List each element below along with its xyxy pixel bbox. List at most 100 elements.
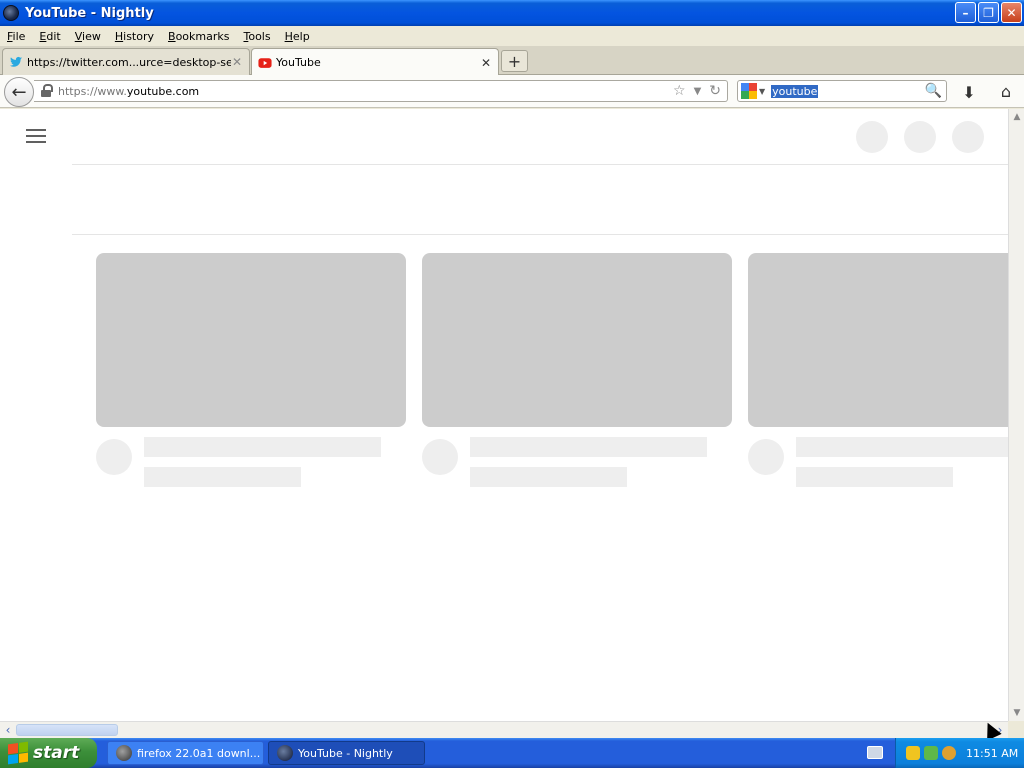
- download-arrow-icon: ⬇: [962, 83, 976, 102]
- nightly-app-icon[interactable]: [3, 5, 19, 21]
- horizontal-scrollbar[interactable]: ‹ ›: [0, 721, 1008, 738]
- search-engine-dropdown-icon[interactable]: ▼: [759, 87, 765, 96]
- video-card-placeholder: [96, 253, 406, 487]
- search-tray-icon[interactable]: [942, 746, 956, 760]
- menu-bookmarks-accel: B: [168, 29, 176, 43]
- menu-bookmarks-label: ookmarks: [175, 29, 230, 43]
- thumbnail-placeholder: [422, 253, 732, 427]
- channel-avatar-placeholder: [96, 439, 132, 475]
- menu-file-label: ile: [12, 29, 26, 43]
- new-tab-button[interactable]: +: [501, 50, 528, 72]
- menu-view-label: iew: [82, 29, 101, 43]
- taskbar-item-label: YouTube - Nightly: [298, 746, 393, 760]
- restore-button[interactable]: ❐: [978, 2, 999, 23]
- hamburger-menu-icon[interactable]: [26, 129, 46, 145]
- network-icon[interactable]: [924, 746, 938, 760]
- tab-youtube[interactable]: YouTube ✕: [251, 48, 499, 76]
- menu-history[interactable]: History: [108, 30, 161, 43]
- security-shield-icon[interactable]: [906, 746, 920, 760]
- search-input-text[interactable]: youtube: [771, 84, 819, 98]
- vertical-scrollbar[interactable]: ▲ ▼: [1008, 109, 1024, 721]
- taskbar-item-label: firefox 22.0a1 downl...: [137, 746, 261, 760]
- start-label: start: [33, 743, 80, 763]
- tab-youtube-label: YouTube: [276, 56, 321, 69]
- window-controls: – ❐ ✕: [955, 2, 1022, 23]
- video-card-placeholder: [422, 253, 732, 487]
- system-clock: 11:51 AM: [966, 746, 1019, 760]
- header-placeholder-circle: [856, 121, 888, 153]
- menu-bar: File Edit View History Bookmarks Tools H…: [0, 26, 1024, 46]
- horizontal-scroll-thumb[interactable]: [16, 724, 118, 736]
- navigation-bar: https://www.youtube.com ☆ ▼ ↻ ← ▼ youtub…: [0, 75, 1024, 108]
- taskbar: start firefox 22.0a1 downl... YouTube - …: [0, 738, 1024, 768]
- menu-edit[interactable]: Edit: [32, 30, 67, 43]
- menu-file[interactable]: File: [0, 30, 32, 43]
- subtitle-line-placeholder: [144, 467, 301, 487]
- channel-avatar-placeholder: [422, 439, 458, 475]
- subtitle-line-placeholder: [470, 467, 627, 487]
- keyboard-language-icon[interactable]: [867, 746, 883, 759]
- scroll-down-icon[interactable]: ▼: [1009, 705, 1024, 721]
- window-title-bar[interactable]: YouTube - Nightly – ❐ ✕: [0, 0, 1024, 26]
- home-button[interactable]: ⌂: [995, 82, 1017, 101]
- address-bar-icons: ☆ ▼ ↻: [673, 83, 721, 99]
- thumbnail-placeholder: [96, 253, 406, 427]
- minimize-button[interactable]: –: [955, 2, 976, 23]
- lock-icon[interactable]: [40, 84, 54, 98]
- channel-avatar-placeholder: [748, 439, 784, 475]
- system-tray: 11:51 AM: [895, 738, 1024, 768]
- close-window-button[interactable]: ✕: [1001, 2, 1022, 23]
- title-line-placeholder: [470, 437, 707, 457]
- download-window-icon: [116, 745, 132, 761]
- title-line-placeholder: [796, 437, 1008, 457]
- address-url[interactable]: https://www.youtube.com: [58, 85, 199, 98]
- tab-twitter-close-icon[interactable]: ✕: [231, 55, 243, 69]
- menu-view[interactable]: View: [68, 30, 108, 43]
- video-card-placeholder: [748, 253, 1008, 487]
- menu-tools[interactable]: Tools: [236, 30, 277, 43]
- home-icon: ⌂: [1000, 82, 1012, 101]
- header-placeholder-circles: [856, 121, 984, 153]
- twitter-icon: [9, 56, 23, 67]
- video-meta-placeholder: [748, 427, 1008, 487]
- scrollbar-corner: [1008, 721, 1024, 738]
- thumbnail-placeholder: [748, 253, 1008, 427]
- history-dropdown-icon[interactable]: ▼: [694, 86, 702, 97]
- menu-tools-label: ools: [248, 29, 271, 43]
- tab-youtube-close-icon[interactable]: ✕: [480, 56, 492, 70]
- address-prefix: https://www.: [58, 84, 127, 98]
- start-button[interactable]: start: [0, 738, 97, 768]
- scroll-left-icon[interactable]: ‹: [0, 722, 16, 738]
- menu-view-accel: V: [74, 29, 83, 43]
- scroll-up-icon[interactable]: ▲: [1009, 109, 1024, 125]
- back-arrow-icon: ←: [11, 81, 27, 103]
- header-placeholder-circle: [952, 121, 984, 153]
- menu-help[interactable]: Help: [278, 30, 317, 43]
- tab-twitter[interactable]: https://twitter.com...urce=desktop-searc…: [2, 48, 250, 75]
- back-button[interactable]: ←: [4, 77, 34, 107]
- menu-bookmarks[interactable]: Bookmarks: [161, 30, 236, 43]
- video-meta-placeholder: [96, 427, 406, 487]
- tab-strip: https://twitter.com...urce=desktop-searc…: [0, 46, 1024, 76]
- downloads-button[interactable]: ⬇: [958, 83, 980, 102]
- search-bar[interactable]: ▼ youtube 🔍: [737, 80, 947, 102]
- google-icon[interactable]: [741, 83, 757, 99]
- subtitle-line-placeholder: [796, 467, 953, 487]
- menu-edit-label: dit: [46, 29, 61, 43]
- nightly-taskbar-icon: [277, 745, 293, 761]
- title-line-placeholder: [144, 437, 381, 457]
- menu-help-label: elp: [292, 29, 310, 43]
- search-magnifier-icon[interactable]: 🔍: [925, 83, 942, 99]
- menu-history-accel: H: [114, 29, 124, 43]
- address-bar[interactable]: https://www.youtube.com ☆ ▼ ↻: [34, 80, 728, 102]
- bookmark-star-icon[interactable]: ☆: [673, 83, 686, 99]
- taskbar-item-firefox-download[interactable]: firefox 22.0a1 downl...: [107, 741, 264, 765]
- menu-help-accel: H: [284, 29, 293, 43]
- taskbar-item-nightly[interactable]: YouTube - Nightly: [268, 741, 425, 765]
- youtube-icon: [258, 57, 272, 68]
- page-viewport: [0, 109, 1008, 721]
- windows-logo-icon: [8, 741, 28, 765]
- window-title: YouTube - Nightly: [25, 5, 154, 21]
- reload-icon[interactable]: ↻: [709, 83, 721, 99]
- header-divider: [72, 164, 1008, 165]
